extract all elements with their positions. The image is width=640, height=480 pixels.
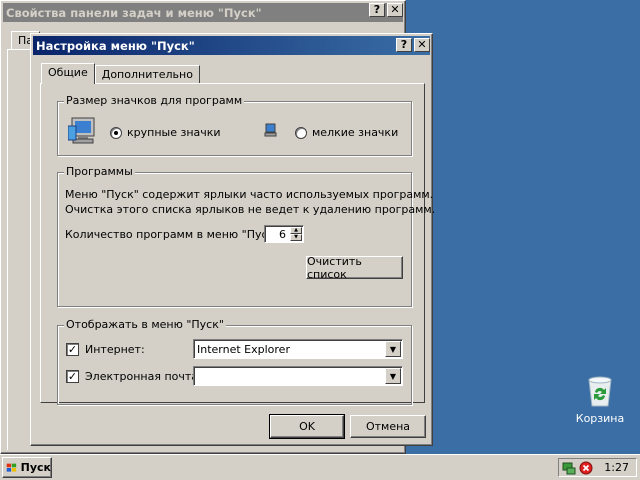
back-close-button[interactable]: ✕ (387, 3, 403, 17)
clear-list-button[interactable]: Очистить список (306, 255, 403, 281)
tab-general[interactable]: Общие (41, 63, 95, 84)
spinner-down-arrow-icon[interactable]: ▼ (290, 234, 302, 241)
small-icons-radio[interactable] (295, 127, 307, 139)
small-icons-label[interactable]: мелкие значки (312, 126, 398, 139)
large-icons-icon (68, 117, 95, 144)
recycle-bin[interactable]: Корзина (572, 374, 628, 430)
close-button[interactable]: ✕ (414, 38, 430, 52)
show-in-menu-legend: Отображать в меню "Пуск" (64, 318, 226, 331)
clock[interactable]: 1:27 (604, 461, 629, 474)
system-tray: 1:27 (558, 458, 637, 477)
back-help-button[interactable]: ? (369, 3, 385, 17)
programs-group: Программы Меню "Пуск" содержит ярлыки ча… (57, 165, 435, 307)
help-button[interactable]: ? (396, 38, 412, 52)
small-icons-icon (264, 123, 277, 137)
taskbar: Пуск 1:27 (0, 454, 640, 480)
ok-button[interactable]: OK (269, 414, 345, 439)
program-count-value[interactable]: 6 (279, 228, 286, 241)
program-count-spinner[interactable]: 6 ▲ ▼ (264, 225, 304, 243)
internet-browser-value: Internet Explorer (197, 342, 290, 356)
programs-description-line2: Очистка этого списка ярлыков не ведет к … (65, 203, 436, 216)
internet-label[interactable]: Интернет: (85, 343, 145, 356)
email-client-select[interactable]: ▼ (193, 366, 403, 386)
icon-size-group: Размер значков для программ крупные знач… (57, 94, 412, 156)
internet-checkbox[interactable]: ✓ (66, 343, 79, 356)
dialog-titlebar[interactable]: Настройка меню "Пуск" (33, 36, 430, 55)
dialog-title: Настройка меню "Пуск" (36, 38, 195, 53)
programs-legend: Программы (64, 165, 135, 178)
program-count-label: Количество программ в меню "Пуск": (65, 228, 283, 241)
recycle-bin-label: Корзина (575, 412, 625, 425)
spinner-up-arrow-icon[interactable]: ▲ (290, 227, 302, 234)
icon-size-legend: Размер значков для программ (64, 94, 245, 107)
start-menu-customize-dialog: Настройка меню "Пуск" ? ✕ Общие Дополнит… (30, 33, 435, 446)
large-icons-label[interactable]: крупные значки (127, 126, 221, 139)
start-button[interactable]: Пуск (2, 457, 52, 478)
show-in-menu-group: Отображать в меню "Пуск" ✓ Интернет: Int… (57, 318, 412, 405)
error-tray-icon[interactable] (579, 461, 593, 475)
back-window-titlebar[interactable]: Свойства панели задач и меню "Пуск" (3, 3, 403, 22)
internet-browser-select[interactable]: Internet Explorer ▼ (193, 339, 403, 359)
programs-description-line1: Меню "Пуск" содержит ярлыки часто исполь… (65, 188, 434, 201)
back-window-title: Свойства панели задач и меню "Пуск" (6, 5, 262, 20)
tab-panel: Размер значков для программ крупные знач… (40, 83, 435, 405)
email-checkbox[interactable]: ✓ (66, 370, 79, 383)
network-tray-icon[interactable] (561, 460, 577, 476)
windows-logo-icon (6, 463, 17, 472)
recycle-bin-icon (588, 376, 612, 407)
start-label: Пуск (20, 461, 51, 474)
large-icons-radio[interactable] (110, 127, 122, 139)
internet-dropdown-arrow-icon[interactable]: ▼ (385, 341, 401, 357)
email-dropdown-arrow-icon[interactable]: ▼ (385, 368, 401, 384)
email-label[interactable]: Электронная почта: (85, 370, 202, 383)
cancel-button[interactable]: Отмена (350, 415, 426, 438)
